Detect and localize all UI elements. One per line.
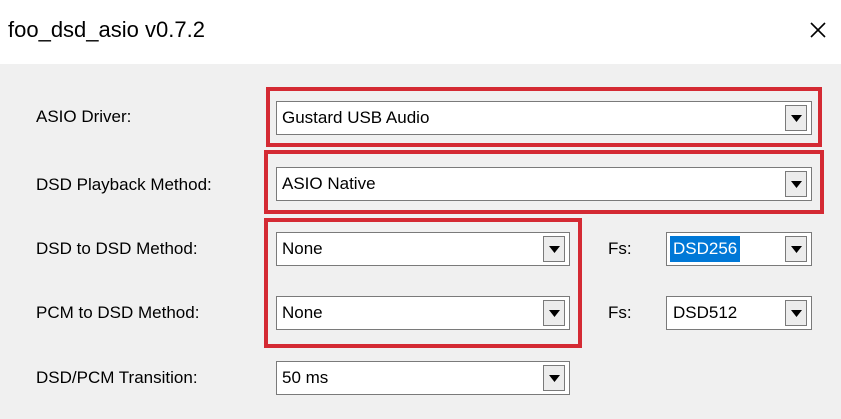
pcm-to-dsd-method-label: PCM to DSD Method:	[36, 303, 200, 322]
close-icon	[810, 22, 826, 38]
highlight-box-conversion-methods	[264, 218, 582, 348]
dsd-to-dsd-fs-dropdown-button[interactable]	[785, 236, 807, 262]
chevron-down-icon	[549, 375, 560, 382]
highlight-box-asio-driver	[266, 87, 822, 147]
dsd-playback-method-label: DSD Playback Method:	[36, 175, 212, 194]
chevron-down-icon	[791, 310, 802, 317]
pcm-to-dsd-fs-label: Fs:	[608, 303, 632, 322]
dsd-to-dsd-method-label: DSD to DSD Method:	[36, 239, 198, 258]
pcm-to-dsd-fs-value: DSD512	[673, 303, 738, 322]
chevron-down-icon	[791, 246, 802, 253]
dsd-to-dsd-fs-label: Fs:	[608, 239, 632, 258]
dialog-client-area: ASIO Driver: Gustard USB Audio DSD Playb…	[0, 64, 841, 419]
pcm-to-dsd-fs-dropdown-button[interactable]	[785, 300, 807, 326]
dsd-pcm-transition-value: 50 ms	[282, 368, 329, 387]
close-button[interactable]	[800, 12, 836, 48]
window-title: foo_dsd_asio v0.7.2	[8, 17, 205, 42]
title-bar: foo_dsd_asio v0.7.2	[0, 6, 841, 64]
dsd-pcm-transition-select[interactable]: 50 ms	[276, 361, 570, 395]
asio-driver-label: ASIO Driver:	[36, 107, 132, 126]
pcm-to-dsd-fs-select[interactable]: DSD512	[666, 296, 812, 330]
dsd-pcm-transition-dropdown-button[interactable]	[543, 365, 565, 391]
dsd-pcm-transition-label: DSD/PCM Transition:	[36, 368, 198, 387]
dsd-to-dsd-fs-value: DSD256	[670, 236, 741, 262]
highlight-box-dsd-playback-method	[264, 150, 824, 214]
dsd-to-dsd-fs-select[interactable]: DSD256	[666, 232, 812, 266]
